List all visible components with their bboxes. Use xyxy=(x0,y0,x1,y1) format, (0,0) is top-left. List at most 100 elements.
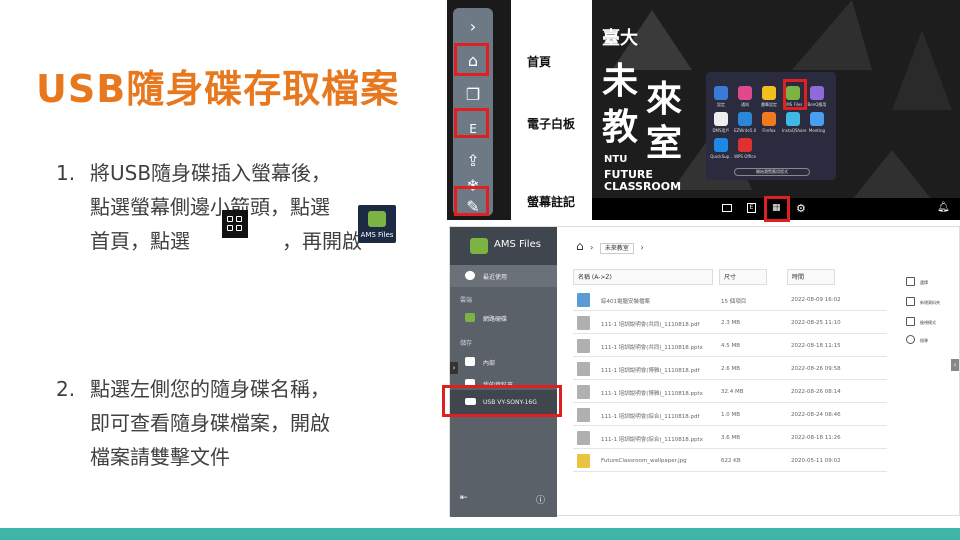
app-icon[interactable] xyxy=(762,112,776,126)
cell-name: 111-1 培訓說明會(共同)_1110818.pptx xyxy=(601,345,703,351)
document-icon xyxy=(577,316,590,330)
step-line: 點選螢幕側邊小箭頭，點選 xyxy=(90,195,330,219)
app-icon[interactable] xyxy=(810,112,824,126)
logo-char: 教 xyxy=(602,106,639,148)
whiteboard-icon[interactable]: E xyxy=(747,203,756,213)
logo-classroom: CLASSROOM xyxy=(604,180,682,193)
app-icon[interactable] xyxy=(738,86,752,100)
folder-icon xyxy=(577,293,590,307)
windows-icon[interactable]: ❐ xyxy=(460,82,486,108)
app-icon[interactable] xyxy=(762,86,776,100)
app-icon[interactable] xyxy=(714,86,728,100)
cell-name: 111-1 培訓說明會(博雅)_1110818.pdf xyxy=(601,368,700,374)
app-icon[interactable] xyxy=(786,112,800,126)
label-home: 首頁 xyxy=(527,55,552,69)
info-icon[interactable]: ⓘ xyxy=(536,493,545,506)
home-screen-screenshot: 臺大 未 來 教 室 NTU FUTURE CLASSROOM 設定 通知 畫筆設定… xyxy=(592,0,960,220)
highlight-ams-files xyxy=(783,79,807,110)
app-label: WPS Office xyxy=(734,154,756,159)
grid-view-icon xyxy=(906,317,915,326)
screen-icon[interactable] xyxy=(722,204,732,212)
ams-title: AMS Files xyxy=(494,239,541,250)
cell-size: 3.6 MB xyxy=(721,435,741,441)
cell-time: 2022-08-26 09:58 xyxy=(791,366,841,372)
cell-size: 4.5 MB xyxy=(721,343,741,349)
step-line: 即可查看隨身碟檔案，開啟 xyxy=(90,411,330,435)
table-row[interactable]: 111-1 培訓說明會(共同)_1110818.pdf 2.3 MB 2022-08… xyxy=(573,312,887,334)
expand-arrow-icon[interactable]: › xyxy=(450,362,458,374)
app-icon[interactable] xyxy=(738,138,752,152)
home-icon[interactable]: ⌂ xyxy=(576,239,584,253)
sidebar-item-network[interactable]: 網路硬碟 xyxy=(450,307,557,329)
document-icon xyxy=(577,362,590,376)
logo-char: 未 xyxy=(602,60,639,102)
document-icon xyxy=(577,431,590,445)
table-row[interactable]: 綜401電腦安裝檔案 15 個項目 2022-08-09 16:02 xyxy=(573,289,887,311)
section-caption: 儲存 xyxy=(460,340,473,347)
cell-name: 綜401電腦安裝檔案 xyxy=(601,299,650,305)
ams-files-window: AMS Files 最近使用 雲端 網路硬碟 儲存 內部 我的資料夾 USB V… xyxy=(449,226,960,517)
gear-icon[interactable]: ⚙ xyxy=(796,202,806,215)
label-annotate: 螢幕註記 xyxy=(527,195,576,209)
highlight-home xyxy=(454,43,489,76)
step-line: 首頁，點選 xyxy=(90,229,190,253)
app-icon[interactable] xyxy=(714,138,728,152)
sidebar-item-internal[interactable]: 內部 xyxy=(450,351,557,373)
collapse-arrow-icon[interactable]: ‹ xyxy=(951,359,959,371)
logo-ntu-text: 臺大 xyxy=(602,28,638,49)
table-row[interactable]: FutureClassroom_wallpaper.jpg 622 KB 2020-… xyxy=(573,450,887,472)
exit-icon[interactable]: ⇤ xyxy=(460,493,468,503)
table-row[interactable]: 111-1 培訓說明會(共同)_1110818.pptx 4.5 MB 2022-0… xyxy=(573,335,887,357)
app-label: DMS用戶 xyxy=(712,128,730,133)
table-row[interactable]: 111-1 培訓說明會(博雅)_1110818.pdf 2.6 MB 2022-08… xyxy=(573,358,887,380)
slide-title: USB隨身碟存取檔案 xyxy=(36,67,400,111)
table-row[interactable]: 111-1 培訓說明會(綜合)_1110818.pptx 3.6 MB 2022-0… xyxy=(573,427,887,449)
cell-time: 2020-05-11 09:02 xyxy=(791,458,841,464)
sidebar-item-recent[interactable]: 最近使用 xyxy=(450,265,557,287)
chevron-right-icon[interactable]: › xyxy=(460,14,486,40)
footer-bar xyxy=(0,528,960,540)
ams-header: AMS Files xyxy=(450,227,557,265)
app-label: 畫筆設定 xyxy=(761,102,777,107)
ams-files-icon: AMS Files xyxy=(358,205,396,243)
column-header-time[interactable]: 時間 xyxy=(787,269,835,285)
app-label: Meeting xyxy=(808,128,826,133)
cell-name: FutureClassroom_wallpaper.jpg xyxy=(601,458,687,464)
new-folder-icon xyxy=(906,297,915,306)
step-line: 檔案請雙擊文件 xyxy=(90,445,230,469)
breadcrumb-item[interactable]: 未來教室 xyxy=(599,243,634,254)
app-icon[interactable] xyxy=(714,112,728,126)
cell-time: 2022-08-25 11:10 xyxy=(791,320,841,326)
app-launcher-panel: 設定 通知 畫筆設定 AMS Files BenQ應用 DMS用戶 EZWrite5.0 Fi… xyxy=(706,72,836,180)
cell-name: 111-1 培訓說明會(綜合)_1110818.pdf xyxy=(601,414,700,420)
cell-name: 111-1 培訓說明會(博雅)_1110818.pptx xyxy=(601,391,703,397)
storage-icon xyxy=(465,357,475,366)
action-label: 檢視模式 xyxy=(920,320,936,325)
step-line: 點選左側您的隨身碟名稱， xyxy=(90,377,330,401)
sidebar-label: 最近使用 xyxy=(483,274,508,281)
column-header-size[interactable]: 尺寸 xyxy=(719,269,767,285)
highlight-usb xyxy=(442,385,562,417)
cell-time: 2022-08-09 16:02 xyxy=(791,297,841,303)
table-row[interactable]: 111-1 培訓說明會(綜合)_1110818.pdf 1.0 MB 2022-08… xyxy=(573,404,887,426)
search-icon xyxy=(906,335,915,344)
screen-share-icon[interactable]: ⇪ xyxy=(460,148,486,174)
clock-icon xyxy=(465,271,475,280)
highlight-pen xyxy=(454,186,489,216)
cell-size: 622 KB xyxy=(721,458,741,464)
highlight-whiteboard xyxy=(454,108,489,138)
action-label: 選擇 xyxy=(920,280,928,285)
browse-apps-button[interactable]: 開始瀏覽應用程式 xyxy=(734,168,810,176)
document-icon xyxy=(577,385,590,399)
app-icon[interactable] xyxy=(738,112,752,126)
app-icon[interactable] xyxy=(810,86,824,100)
logo-char: 室 xyxy=(646,122,683,164)
action-label: 新增資料夾 xyxy=(920,300,940,305)
network-drive-icon xyxy=(465,313,475,322)
cell-size: 2.6 MB xyxy=(721,366,741,372)
column-header-name[interactable]: 名稱 (A->Z) xyxy=(573,269,713,285)
table-row[interactable]: 111-1 培訓說明會(博雅)_1110818.pptx 32.4 MB 2022-… xyxy=(573,381,887,403)
bell-icon[interactable]: 🔔︎ xyxy=(937,202,950,213)
app-label: Firefox xyxy=(762,128,776,133)
document-icon xyxy=(577,339,590,353)
